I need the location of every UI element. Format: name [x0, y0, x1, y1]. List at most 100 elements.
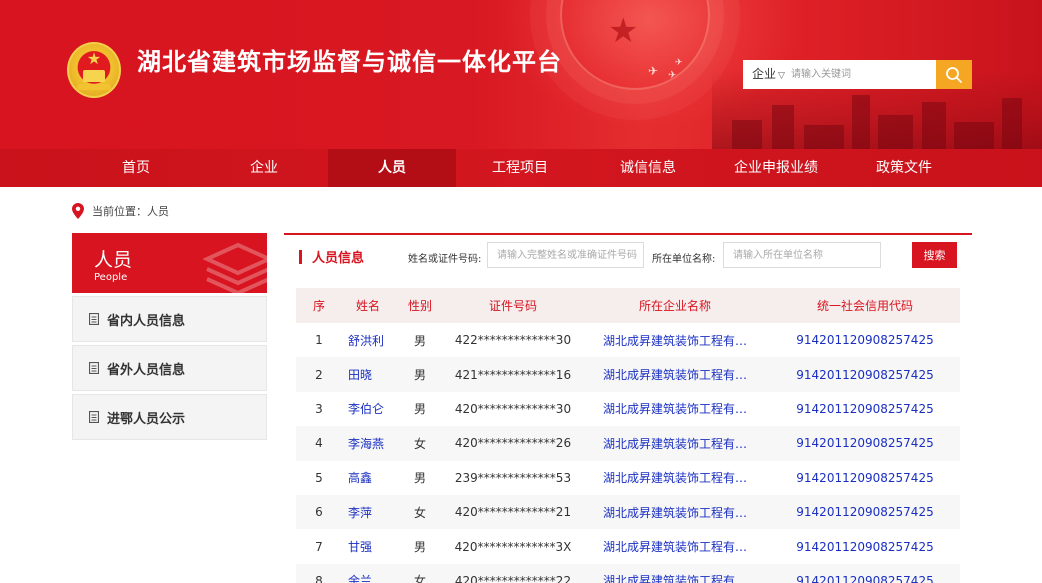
- cell-no: 1: [315, 333, 323, 348]
- sidebar-item-out-of-province-personnel[interactable]: 省外人员信息: [72, 345, 267, 391]
- table-row: 3 李伯仑 男 420*************30 湖北成昇建筑装饰工程有… 91420…: [296, 392, 960, 426]
- location-pin-icon: [72, 203, 84, 219]
- cell-id-number: 420*************21: [454, 505, 572, 520]
- document-icon: [89, 313, 99, 325]
- cell-name[interactable]: 李海燕: [342, 435, 394, 452]
- banner-star-icon: ★: [608, 11, 639, 51]
- table-header: 序 姓名 性别 证件号码 所在企业名称 统一社会信用代码: [296, 288, 960, 323]
- chevron-down-icon: ▽: [778, 71, 785, 81]
- cell-sex: 男: [413, 540, 426, 555]
- table-body: 1 舒洪利男 422*************30 湖北成昇建筑装饰工程有… 91420…: [296, 323, 960, 583]
- cell-sex: 男: [413, 333, 426, 348]
- cell-credit-code-link[interactable]: 914201120908257425: [770, 333, 960, 347]
- cell-no: 3: [315, 401, 323, 416]
- site-title: 湖北省建筑市场监督与诚信一体化平台: [137, 48, 562, 76]
- cell-credit-code-link[interactable]: 914201120908257425: [770, 471, 960, 485]
- breadcrumb: 当前位置： 人员: [72, 202, 169, 220]
- cell-credit-code-link[interactable]: 914201120908257425: [770, 574, 960, 583]
- nav-item-performance[interactable]: 企业申报业绩: [712, 149, 840, 187]
- cell-company-link[interactable]: 湖北成昇建筑装饰工程有…: [580, 435, 770, 452]
- personnel-panel: 人员信息 姓名或证件号码: 所在单位名称: 搜索 序 姓名 性别 证件号码 所在…: [284, 233, 972, 583]
- cell-name[interactable]: 甘强: [342, 538, 394, 555]
- bird-icon: ✈: [648, 64, 659, 78]
- table-row: 7 甘强 男 420*************3X 湖北成昇建筑装饰工程有… 914201…: [296, 529, 960, 563]
- document-icon: [89, 411, 99, 423]
- nav-item-policy[interactable]: 政策文件: [840, 149, 968, 187]
- nav-item-home[interactable]: 首页: [72, 149, 200, 187]
- cell-credit-code-link[interactable]: 914201120908257425: [770, 540, 960, 554]
- header-banner: ★ ✈ ✈ ✈ ★ 湖北省建筑市场监督与诚信一体化平台 企业 ▽: [0, 0, 1042, 149]
- cell-id-number: 422*************30: [454, 333, 572, 348]
- panel-title-marker: [299, 250, 302, 264]
- name-filter-label: 姓名或证件号码:: [408, 254, 482, 265]
- cell-credit-code-link[interactable]: 914201120908257425: [770, 436, 960, 450]
- keyword-search-input[interactable]: [791, 65, 933, 84]
- search-type-label: 企业: [752, 67, 777, 81]
- cell-no: 5: [315, 470, 323, 485]
- cell-no: 8: [315, 573, 323, 583]
- column-header-name: 姓名: [355, 299, 380, 313]
- table-row: 8 余兰 女 420*************22 湖北成昇建筑装饰工程有… 914201…: [296, 563, 960, 583]
- cell-company-link[interactable]: 湖北成昇建筑装饰工程有…: [580, 366, 770, 383]
- cell-name[interactable]: 田晓: [342, 366, 394, 383]
- breadcrumb-current[interactable]: 人员: [147, 203, 169, 219]
- nav-item-enterprise[interactable]: 企业: [200, 149, 328, 187]
- cell-name[interactable]: 高鑫: [342, 469, 394, 486]
- nav-item-credit[interactable]: 诚信信息: [584, 149, 712, 187]
- cell-sex: 女: [413, 436, 426, 451]
- sidebar-subtitle: People: [94, 272, 128, 283]
- cell-name[interactable]: 李萍: [342, 504, 394, 521]
- sidebar-item-entering-hubei-notice[interactable]: 进鄂人员公示: [72, 394, 267, 440]
- cell-name[interactable]: 余兰: [342, 572, 394, 583]
- global-search: 企业 ▽: [743, 60, 972, 89]
- nav-item-projects[interactable]: 工程项目: [456, 149, 584, 187]
- bird-icon: ✈: [675, 58, 683, 68]
- cell-sex: 女: [413, 505, 426, 520]
- document-icon: [89, 362, 99, 374]
- main-nav: 首页 企业 人员 工程项目 诚信信息 企业申报业绩 政策文件: [0, 149, 1042, 187]
- column-header-sex: 性别: [407, 299, 432, 313]
- cell-id-number: 421*************16: [454, 367, 572, 382]
- cell-sex: 男: [413, 368, 426, 383]
- column-header-company: 所在企业名称: [638, 299, 711, 313]
- cell-sex: 女: [413, 574, 426, 583]
- sidebar-item-provincial-personnel[interactable]: 省内人员信息: [72, 296, 267, 342]
- cell-credit-code-link[interactable]: 914201120908257425: [770, 368, 960, 382]
- personnel-table: 序 姓名 性别 证件号码 所在企业名称 统一社会信用代码 1 舒洪利男 422***…: [296, 288, 960, 583]
- sidebar-title: 人员: [94, 249, 133, 271]
- search-button[interactable]: 搜索: [912, 242, 957, 268]
- sidebar-item-label: 省内人员信息: [107, 313, 186, 329]
- table-row: 1 舒洪利 男 422*************30 湖北成昇建筑装饰工程有… 91420…: [296, 323, 960, 357]
- search-button[interactable]: [936, 60, 972, 89]
- search-icon: [946, 67, 962, 83]
- breadcrumb-prefix: 当前位置：: [92, 205, 147, 218]
- cell-name[interactable]: 舒洪利: [342, 332, 394, 349]
- name-or-id-input[interactable]: [487, 242, 644, 268]
- company-name-input[interactable]: [723, 242, 881, 268]
- column-header-id: 证件号码: [488, 299, 537, 313]
- table-row: 4 李海燕 女 420*************26 湖北成昇建筑装饰工程有… 91420…: [296, 426, 960, 461]
- column-header-no: 序: [312, 299, 325, 313]
- cell-company-link[interactable]: 湖北成昇建筑装饰工程有…: [580, 538, 770, 555]
- bird-icon: ✈: [668, 70, 677, 81]
- cell-company-link[interactable]: 湖北成昇建筑装饰工程有…: [580, 469, 770, 486]
- stacked-layers-icon: [203, 242, 267, 293]
- table-row: 5 高鑫 男 239*************53 湖北成昇建筑装饰工程有… 914201…: [296, 461, 960, 495]
- table-row: 6 李萍 女 420*************21 湖北成昇建筑装饰工程有… 914201…: [296, 494, 960, 530]
- cell-credit-code-link[interactable]: 914201120908257425: [770, 505, 960, 519]
- cell-company-link[interactable]: 湖北成昇建筑装饰工程有…: [580, 400, 770, 417]
- sidebar-item-label: 进鄂人员公示: [107, 411, 186, 427]
- cell-name[interactable]: 李伯仑: [342, 400, 394, 417]
- cell-no: 6: [315, 505, 323, 520]
- cell-company-link[interactable]: 湖北成昇建筑装饰工程有…: [580, 572, 770, 583]
- panel-title: 人员信息: [312, 251, 365, 266]
- page: ★ ✈ ✈ ✈ ★ 湖北省建筑市场监督与诚信一体化平台 企业 ▽ 请输入关键词 …: [0, 0, 1042, 583]
- national-emblem-logo: ★: [67, 42, 121, 98]
- cell-company-link[interactable]: 湖北成昇建筑装饰工程有…: [580, 332, 770, 349]
- nav-item-personnel[interactable]: 人员: [328, 149, 456, 187]
- cell-id-number: 420*************22: [454, 573, 572, 583]
- search-type-select[interactable]: 企业 ▽: [743, 60, 789, 89]
- cell-credit-code-link[interactable]: 914201120908257425: [770, 402, 960, 416]
- cell-company-link[interactable]: 湖北成昇建筑装饰工程有…: [580, 504, 770, 521]
- cell-id-number: 239*************53: [454, 470, 572, 485]
